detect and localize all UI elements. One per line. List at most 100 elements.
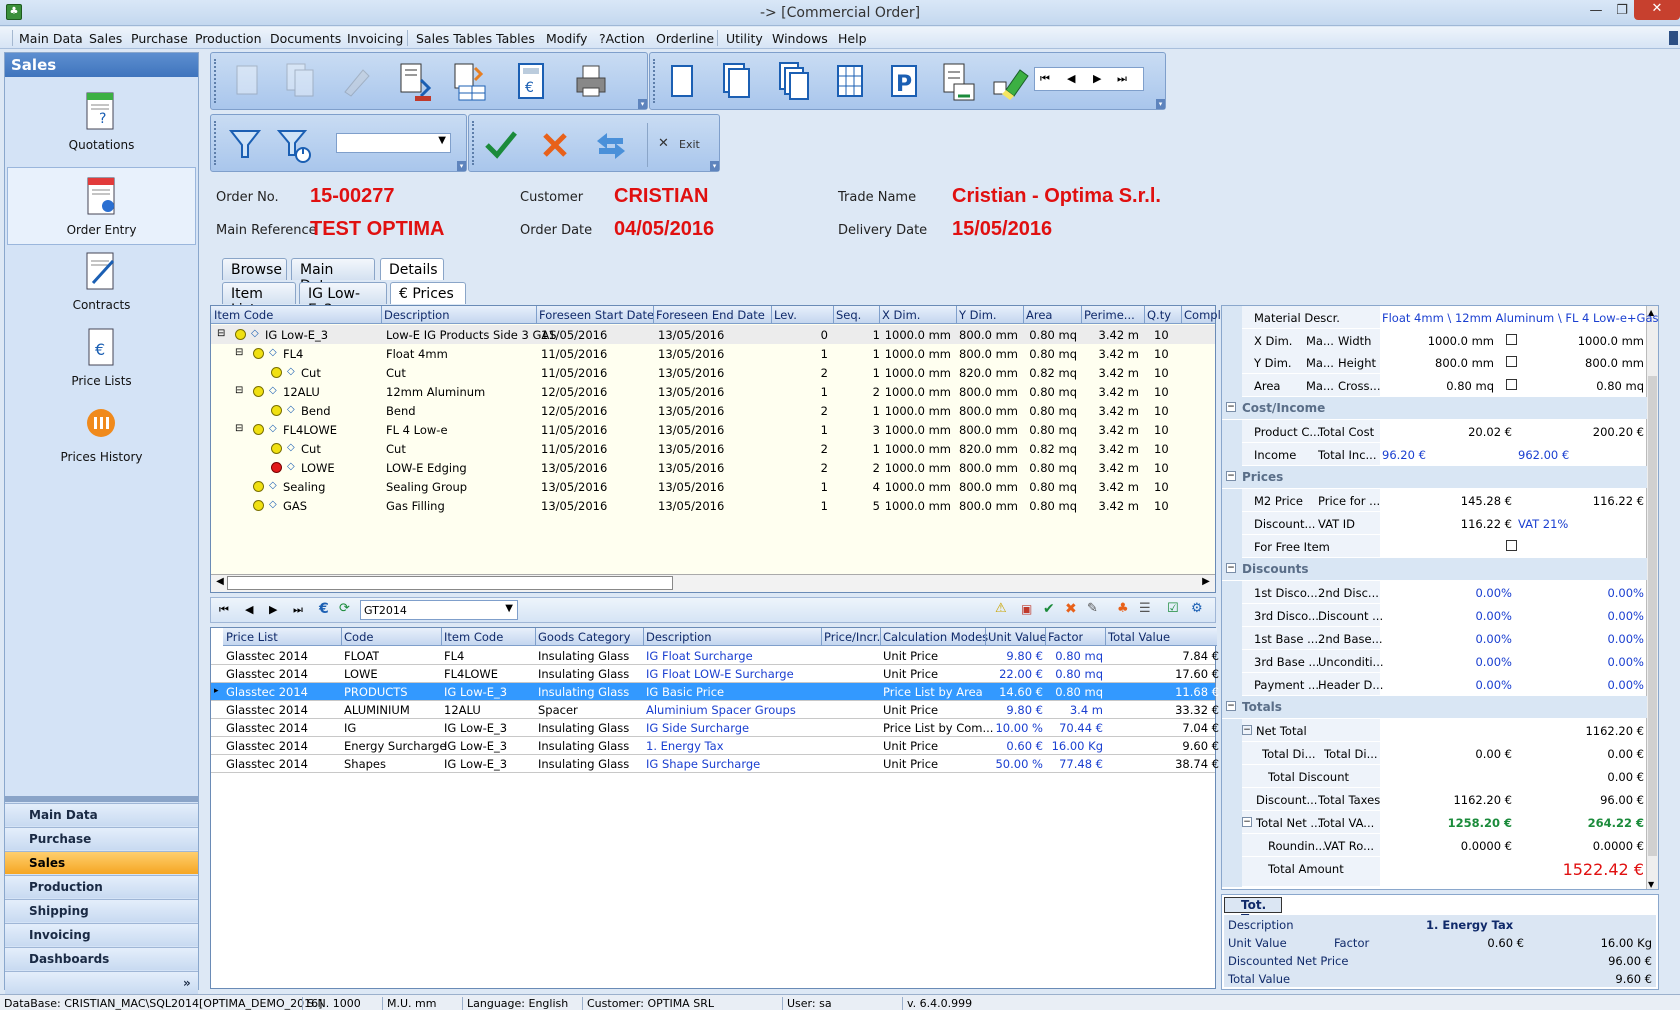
collapse-icon[interactable]: − xyxy=(1226,471,1236,481)
menu-main-data[interactable]: Main Data xyxy=(19,31,83,46)
prices-next-button[interactable]: ▶ xyxy=(269,603,277,616)
area-checkbox[interactable] xyxy=(1506,379,1517,390)
cat-main-data[interactable]: Main Data xyxy=(5,803,198,826)
prop-value[interactable]: 1000.0 mm xyxy=(1522,334,1644,348)
scroll-down-icon[interactable]: ▼ xyxy=(1648,880,1654,889)
prop-value[interactable]: VAT 21% xyxy=(1518,517,1568,531)
menu-scroll-icon[interactable] xyxy=(1669,31,1678,45)
cat-discounts[interactable]: − Discounts xyxy=(1222,558,1647,580)
prop-value[interactable]: 0.00% xyxy=(1522,586,1644,600)
prop-value[interactable]: 0.00% xyxy=(1382,609,1512,623)
filter-icon[interactable] xyxy=(225,123,265,167)
cat-expand-chevron[interactable]: » xyxy=(5,971,198,994)
prop-value[interactable]: 0.00% xyxy=(1382,655,1512,669)
tree-collapse-icon[interactable]: ⊟ xyxy=(217,328,225,339)
cancel-icon[interactable]: ✖ xyxy=(1065,601,1077,617)
prop-value[interactable]: 0.80 mq xyxy=(1522,379,1644,393)
prop-value[interactable]: 1000.0 mm xyxy=(1382,334,1494,348)
total-amount-value[interactable]: 1522.42 € xyxy=(1502,860,1644,879)
exit-button[interactable]: ✕ Exit xyxy=(647,123,713,167)
prop-value[interactable]: 0.00 € xyxy=(1522,747,1644,761)
filter-select[interactable]: ▼ xyxy=(336,133,451,153)
prices-prev-button[interactable]: ◀ xyxy=(245,603,253,616)
nav-contracts[interactable]: Contracts xyxy=(7,243,196,321)
price-list-select[interactable]: GT2014 ▼ xyxy=(360,600,518,620)
prop-value[interactable]: 0.00% xyxy=(1382,678,1512,692)
free-item-checkbox[interactable] xyxy=(1506,540,1517,551)
ydim-checkbox[interactable] xyxy=(1506,356,1517,367)
warning-icon[interactable]: ⚠ xyxy=(995,601,1007,616)
prev-record-button[interactable]: ◀ xyxy=(1067,72,1075,85)
cat-cost-income[interactable]: − Cost/Income xyxy=(1222,397,1647,419)
items-col-header[interactable]: Seq. xyxy=(836,308,861,322)
tab-main-data[interactable]: Main Data xyxy=(291,258,375,294)
xdim-checkbox[interactable] xyxy=(1506,334,1517,345)
price-row[interactable]: Glasstec 2014 ALUMINIUM 12ALU Spacer Alumini… xyxy=(211,701,1219,719)
grid-view-icon[interactable] xyxy=(830,60,870,104)
last-record-button[interactable]: ⏭ xyxy=(1117,72,1127,86)
prop-value[interactable]: 800.0 mm xyxy=(1382,356,1494,370)
prices-col-header[interactable]: Code xyxy=(344,630,373,644)
edit-pen-icon[interactable]: ✎ xyxy=(1087,601,1098,616)
price-row[interactable]: ▸ Glasstec 2014 PRODUCTS IG Low-E_3 Insulati… xyxy=(211,683,1219,701)
menu-production[interactable]: Production xyxy=(195,31,262,46)
multi-pages-icon[interactable] xyxy=(774,60,814,104)
prop-value[interactable]: 0.00% xyxy=(1522,678,1644,692)
item-row[interactable]: ◇ ⊟ FL4 Float 4mm 11/05/2016 13/05/2016 1 1 1000… xyxy=(211,344,1215,363)
apply-icon[interactable]: ☑ xyxy=(1167,601,1179,616)
nav-prices-history[interactable]: Prices History xyxy=(7,395,196,473)
nav-price-lists[interactable]: € Price Lists xyxy=(7,319,196,397)
item-row[interactable]: ◇ Sealing Sealing Group 13/05/2016 13/05/201… xyxy=(211,477,1215,496)
tab-item-list[interactable]: Item List xyxy=(222,282,296,318)
delete-row-icon[interactable]: ▣ xyxy=(1021,602,1032,616)
list-icon[interactable]: ☰ xyxy=(1139,601,1151,616)
prices-first-button[interactable]: ⏮ xyxy=(219,603,229,617)
import-document-icon[interactable] xyxy=(395,60,435,104)
prop-value[interactable]: 0.0000 € xyxy=(1382,839,1512,853)
erase-icon[interactable] xyxy=(337,60,377,104)
tab-browse[interactable]: Browse xyxy=(222,258,287,280)
refresh-prices-icon[interactable]: ⟳ xyxy=(339,601,350,616)
minimize-button[interactable]: — xyxy=(1583,2,1609,20)
cat-invoicing[interactable]: Invoicing xyxy=(5,923,198,946)
menu-windows[interactable]: Windows xyxy=(772,31,828,46)
prop-value[interactable]: 0.00 € xyxy=(1522,770,1644,784)
prop-value[interactable]: 145.28 € xyxy=(1382,494,1512,508)
two-pages-icon[interactable] xyxy=(716,60,756,104)
scroll-right-icon[interactable]: ▶ xyxy=(1199,576,1213,590)
menu-sales[interactable]: Sales xyxy=(89,31,122,46)
collapse-icon[interactable]: − xyxy=(1226,563,1236,573)
tab-details[interactable]: Details xyxy=(380,258,444,280)
prop-value[interactable]: 96.20 € xyxy=(1382,448,1426,462)
document-settings-icon[interactable] xyxy=(938,60,978,104)
nav-order-entry[interactable]: Order Entry xyxy=(7,167,196,245)
price-row[interactable]: Glasstec 2014 Shapes IG Low-E_3 Insulating … xyxy=(211,755,1219,773)
prices-col-header[interactable]: Item Code xyxy=(444,630,503,644)
prices-col-header[interactable]: Calculation Modes xyxy=(883,630,988,644)
prop-value[interactable]: 0.00% xyxy=(1522,655,1644,669)
price-row[interactable]: Glasstec 2014 Energy Surcharge IG Low-E_3 I… xyxy=(211,737,1219,755)
cat-sales[interactable]: Sales xyxy=(5,851,198,874)
cat-dashboards[interactable]: Dashboards xyxy=(5,947,198,970)
export-document-icon[interactable] xyxy=(451,60,491,104)
items-col-header[interactable]: Q.ty xyxy=(1147,308,1171,322)
item-row[interactable]: ◇ ⊟ FL4LOWE FL 4 Low-e 11/05/2016 13/05/2016 1… xyxy=(211,420,1215,439)
single-page-icon[interactable] xyxy=(662,60,702,104)
item-row[interactable]: ◇ Cut Cut 11/05/2016 13/05/2016 2 1 1000.0 mm 82… xyxy=(211,439,1215,458)
cat-prices[interactable]: − Prices xyxy=(1222,466,1647,488)
collapse-icon[interactable]: − xyxy=(1226,701,1236,711)
parking-icon[interactable]: P xyxy=(884,60,924,104)
menu-sales-tables[interactable]: Sales Tables xyxy=(416,31,492,46)
prop-value[interactable]: 0.00 € xyxy=(1382,747,1512,761)
tree-collapse-icon[interactable]: ⊟ xyxy=(235,423,243,434)
item-row[interactable]: ◇ GAS Gas Filling 13/05/2016 13/05/2016 1 5 100… xyxy=(211,496,1215,515)
refresh-arrows-icon[interactable] xyxy=(591,123,631,167)
prop-value[interactable]: 0.80 mq xyxy=(1382,379,1494,393)
prop-value[interactable]: 116.22 € xyxy=(1382,517,1512,531)
filter-clear-icon[interactable] xyxy=(275,123,315,167)
items-col-header[interactable]: Perime... xyxy=(1084,308,1135,322)
item-row[interactable]: ◇ ⊟ IG Low-E_3 Low-E IG Products Side 3 GAS… xyxy=(211,325,1215,344)
prop-value[interactable]: 0.00% xyxy=(1522,632,1644,646)
scroll-left-icon[interactable]: ◀ xyxy=(213,576,227,590)
prop-value[interactable]: 264.22 € xyxy=(1522,816,1644,830)
